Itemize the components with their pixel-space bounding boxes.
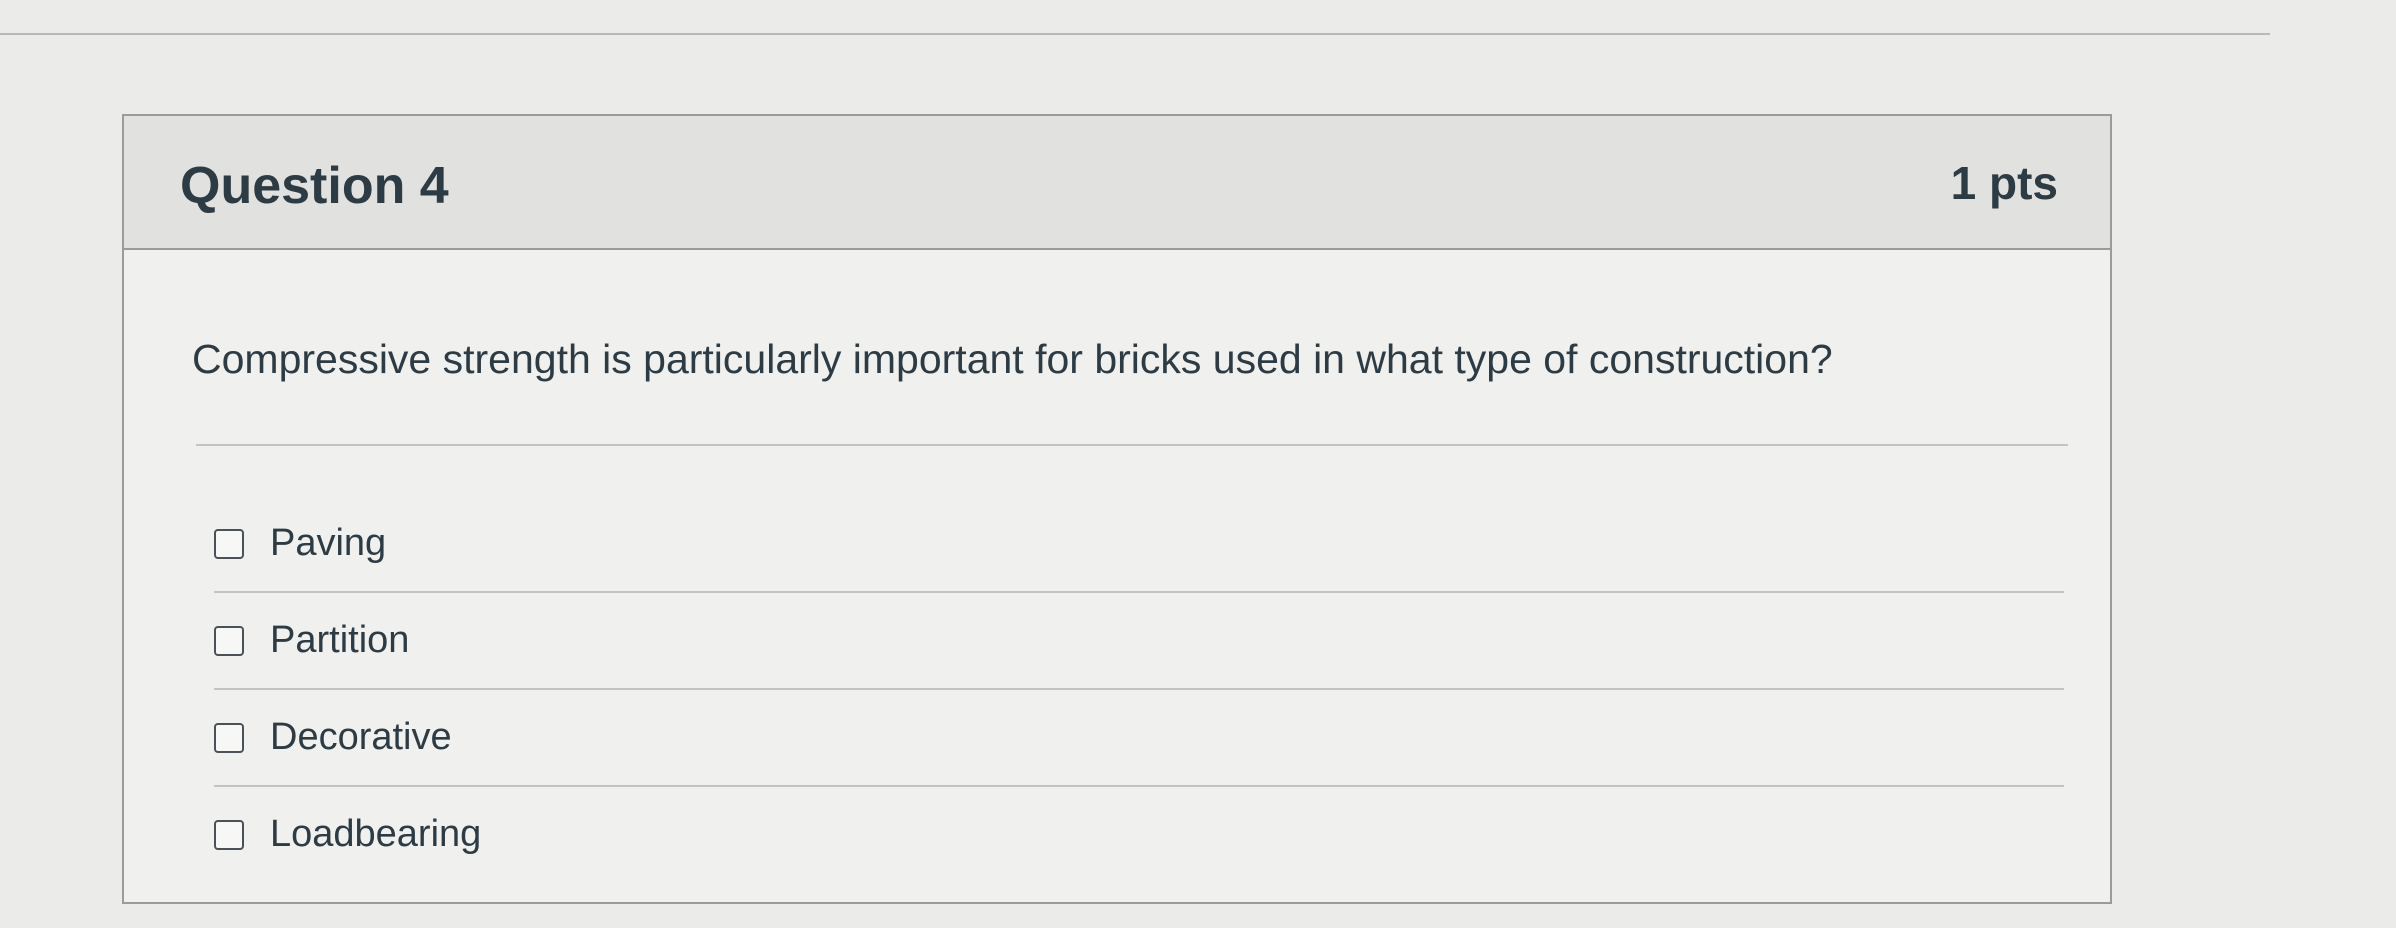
answer-label: Decorative [270, 716, 452, 758]
checkbox[interactable] [214, 528, 244, 559]
answer-label: Paving [270, 522, 387, 564]
checkbox[interactable] [214, 625, 244, 656]
answer-list: Paving Partition Decorative Loadbearing [214, 496, 2064, 882]
question-divider [196, 444, 2068, 446]
question-header: Question 4 1 pts [124, 116, 2110, 250]
answer-label: Loadbearing [270, 813, 482, 855]
question-title: Question 4 [180, 157, 449, 215]
question-points: 1 pts [1950, 157, 2058, 209]
answer-option-decorative[interactable]: Decorative [214, 690, 2064, 787]
answer-option-partition[interactable]: Partition [214, 593, 2064, 690]
answer-label: Partition [270, 619, 410, 661]
answer-option-paving[interactable]: Paving [214, 496, 2064, 593]
question-card: Question 4 1 pts Compressive strength is… [122, 114, 2112, 904]
answer-option-loadbearing[interactable]: Loadbearing [214, 787, 2064, 882]
checkbox[interactable] [214, 722, 244, 753]
page-top-divider [0, 33, 2270, 35]
question-text: Compressive strength is particularly imp… [192, 336, 1833, 382]
checkbox[interactable] [214, 819, 244, 850]
